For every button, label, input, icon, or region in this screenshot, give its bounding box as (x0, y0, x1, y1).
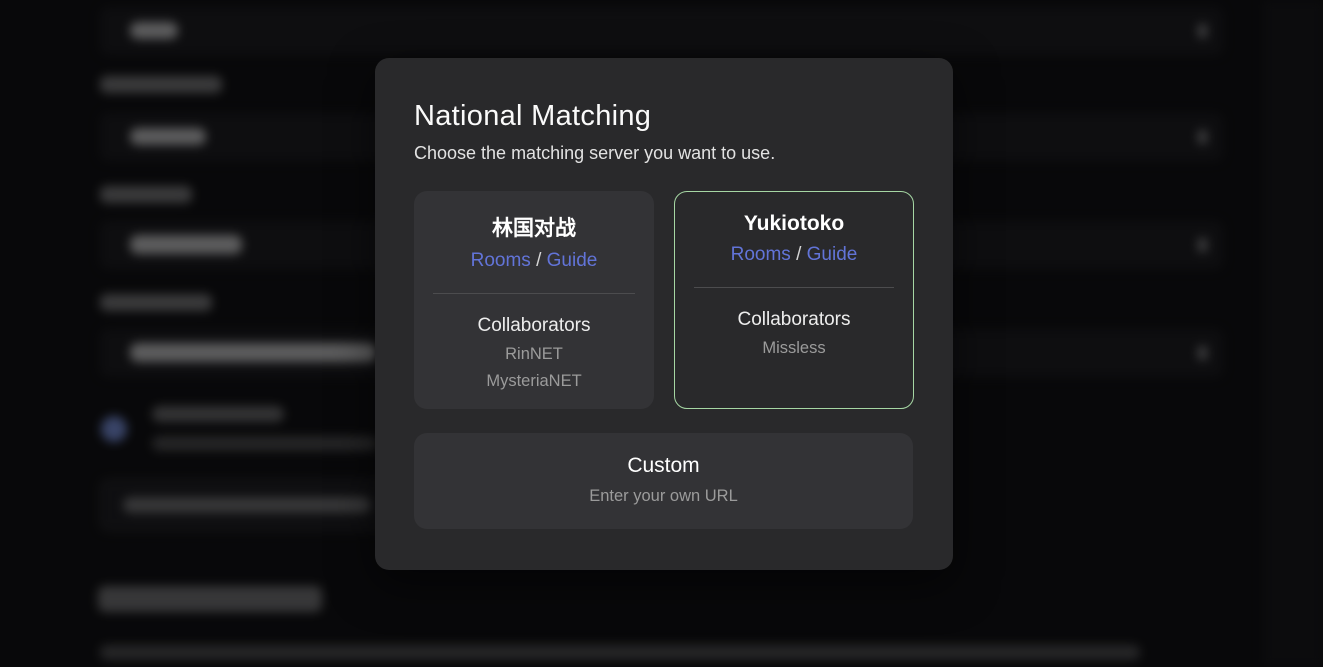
link-separator: / (531, 250, 547, 271)
server-name: 林国对战 (414, 212, 654, 242)
card-divider (694, 287, 894, 288)
server-card-yukiotoko[interactable]: Yukiotoko Rooms / Guide Collaborators Mi… (674, 191, 914, 409)
national-matching-modal: National Matching Choose the matching se… (375, 58, 953, 570)
link-separator: / (791, 244, 807, 265)
custom-title: Custom (414, 454, 913, 478)
rooms-link[interactable]: Rooms (731, 244, 791, 265)
collaborator-item: MysteriaNET (414, 372, 654, 391)
collaborator-item: RinNET (414, 345, 654, 364)
server-links: Rooms / Guide (414, 250, 654, 272)
collaborator-item: Missless (675, 339, 913, 358)
server-name: Yukiotoko (675, 212, 913, 236)
server-options: 林国对战 Rooms / Guide Collaborators RinNET … (414, 191, 914, 409)
guide-link[interactable]: Guide (807, 244, 858, 265)
collaborators-heading: Collaborators (414, 315, 654, 337)
collaborators-heading: Collaborators (675, 309, 913, 331)
modal-title: National Matching (414, 100, 914, 133)
custom-subtitle: Enter your own URL (414, 487, 913, 506)
custom-server-card[interactable]: Custom Enter your own URL (414, 433, 913, 529)
application-window: National Matching Choose the matching se… (0, 0, 1323, 667)
card-divider (433, 293, 635, 294)
guide-link[interactable]: Guide (547, 250, 598, 271)
server-links: Rooms / Guide (675, 244, 913, 266)
server-card-linguo[interactable]: 林国对战 Rooms / Guide Collaborators RinNET … (414, 191, 654, 409)
modal-subtitle: Choose the matching server you want to u… (414, 143, 914, 164)
rooms-link[interactable]: Rooms (471, 250, 531, 271)
